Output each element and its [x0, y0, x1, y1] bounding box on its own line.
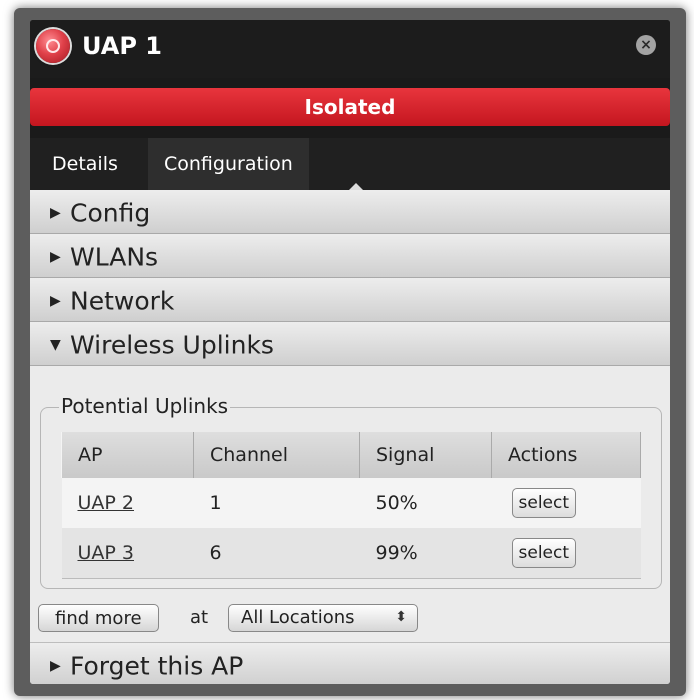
section-config-label: Config [70, 198, 151, 228]
section-network-label: Network [70, 286, 175, 316]
tab-bar: Details Configuration [30, 138, 670, 191]
title-bar: UAP 1 × [30, 20, 670, 78]
chevron-right-icon: ▶ [50, 248, 61, 265]
tab-configuration[interactable]: Configuration [148, 138, 364, 191]
location-select[interactable]: All Locations ⬍ [228, 604, 418, 632]
table-cell-signal: 50% [359, 478, 492, 528]
close-icon[interactable]: × [636, 35, 656, 55]
chevron-down-icon: ▼ [50, 336, 61, 353]
select-arrows-icon: ⬍ [395, 609, 407, 625]
section-forget-header[interactable]: ▶ Forget this AP [30, 642, 670, 684]
table-row: UAP 2 1 50% select [61, 478, 641, 528]
chevron-right-icon: ▶ [50, 292, 61, 309]
ap-link[interactable]: UAP 2 [78, 492, 135, 514]
window-title: UAP 1 [82, 32, 162, 60]
status-badge: Isolated [30, 88, 670, 126]
section-wireless-uplinks-header[interactable]: ▼ Wireless Uplinks [30, 322, 670, 366]
section-config-header[interactable]: ▶ Config [30, 190, 670, 234]
chevron-right-icon: ▶ [50, 657, 61, 674]
column-header-signal[interactable]: Signal [359, 432, 492, 478]
find-more-button[interactable]: find more [38, 604, 159, 632]
section-wireless-uplinks-label: Wireless Uplinks [70, 330, 274, 360]
table-cell-channel: 1 [193, 478, 360, 528]
select-uplink-button[interactable]: select [511, 488, 577, 518]
section-forget-label: Forget this AP [70, 651, 244, 681]
table-header-row: AP Channel Signal Actions [61, 432, 641, 478]
select-uplink-button[interactable]: select [511, 538, 577, 568]
table-cell-ap: UAP 2 [61, 478, 194, 528]
section-wlans-header[interactable]: ▶ WLANs [30, 234, 670, 278]
ap-details-panel: UAP 1 × Isolated Details Configuration ▶… [30, 20, 670, 684]
tab-details[interactable]: Details [36, 138, 134, 190]
at-label: at [190, 607, 209, 628]
tab-configuration-label: Configuration [164, 153, 293, 175]
section-network-header[interactable]: ▶ Network [30, 278, 670, 322]
table-cell-actions: select [491, 528, 641, 579]
table-cell-signal: 99% [359, 528, 492, 579]
column-header-channel[interactable]: Channel [193, 432, 360, 478]
location-select-value: All Locations [241, 607, 355, 628]
column-header-ap[interactable]: AP [61, 432, 194, 478]
section-wlans-label: WLANs [70, 242, 159, 272]
potential-uplinks-legend: Potential Uplinks [59, 394, 231, 418]
configuration-content: ▶ Config ▶ WLANs ▶ Network ▼ Wireless Uplink… [30, 190, 670, 684]
table-cell-actions: select [491, 478, 641, 528]
table-row: UAP 3 6 99% select [61, 528, 641, 579]
potential-uplinks-group: Potential Uplinks AP Channel Signal Acti… [40, 394, 662, 589]
column-header-actions: Actions [491, 432, 641, 478]
find-more-row: find more at All Locations ⬍ [38, 604, 658, 636]
window-frame: UAP 1 × Isolated Details Configuration ▶… [14, 8, 686, 696]
table-cell-ap: UAP 3 [61, 528, 194, 579]
uplinks-table: AP Channel Signal Actions UAP 2 1 50% se… [61, 432, 641, 579]
status-dot-icon [36, 29, 70, 63]
chevron-right-icon: ▶ [50, 204, 61, 221]
ap-link[interactable]: UAP 3 [78, 542, 135, 564]
table-cell-channel: 6 [193, 528, 360, 579]
